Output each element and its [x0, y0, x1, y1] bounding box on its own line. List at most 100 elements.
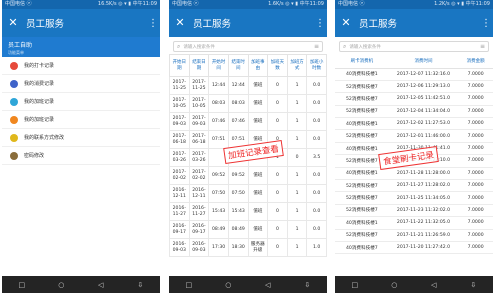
- close-icon[interactable]: ✕: [339, 9, 353, 37]
- table-cell: 1: [286, 94, 308, 113]
- table-row[interactable]: 2017-02-02 2017-02-02 09:52 09:52 值班 0 1 0.0: [169, 166, 327, 185]
- table-cell: 52消费科技楼7: [335, 105, 389, 119]
- home-button[interactable]: ○: [218, 281, 238, 289]
- table-cell: 52消费科技楼7: [335, 179, 389, 193]
- table-cell: 2017-03-26: [169, 148, 190, 167]
- close-icon[interactable]: ✕: [6, 9, 20, 37]
- column-header[interactable]: 开始日期: [169, 54, 190, 77]
- search-icon: ⌕: [343, 42, 347, 50]
- table-row[interactable]: 40消费科技楼1 2017-12-07 11:32:16.0 7.0000: [335, 68, 493, 81]
- menu-item[interactable]: 密码修改: [2, 147, 160, 165]
- column-header[interactable]: 刷卡消费机: [335, 54, 389, 69]
- table-cell: 40消费科技楼1: [335, 117, 389, 131]
- table-row[interactable]: 2016-12-11 2016-12-11 07:50 07:50 值班 0 1 0.0: [169, 184, 327, 203]
- carrier-text: 中国电信 ⓔ: [172, 1, 199, 7]
- table-row[interactable]: 2016-09-17 2016-09-17 08:49 08:49 值班 0 1 0.0: [169, 220, 327, 239]
- menu-item-label: 密码修改: [24, 153, 45, 159]
- filter-icon[interactable]: ≡: [480, 43, 485, 50]
- column-header[interactable]: 结束日期: [188, 54, 210, 77]
- table-cell: 2016-12-11: [169, 184, 190, 203]
- more-menu-icon[interactable]: ⋮: [481, 18, 491, 29]
- menu-item[interactable]: 我的联系方式修改: [2, 129, 160, 147]
- close-icon[interactable]: ✕: [173, 9, 187, 37]
- table-cell: 2016-11-27: [188, 202, 210, 221]
- column-header[interactable]: 加班方式: [286, 54, 308, 77]
- menu-item-icon: [10, 97, 18, 106]
- table-cell: 0: [267, 202, 288, 221]
- column-header[interactable]: 结束时间: [227, 54, 249, 77]
- recent-apps-button[interactable]: □: [12, 281, 32, 289]
- back-button[interactable]: ◁: [258, 281, 278, 289]
- table-row[interactable]: 52消费科技楼7 2017-12-05 11:42:51.0 7.0000: [335, 92, 493, 106]
- column-header[interactable]: 消费金额: [458, 54, 493, 69]
- search-input[interactable]: ⌕ 请输入搜索条件 ≡: [173, 41, 323, 52]
- table-row[interactable]: 52消费科技楼7 2017-12-06 11:29:13.0 7.0000: [335, 80, 493, 94]
- table-cell: 2017-03-26: [188, 148, 210, 167]
- home-button[interactable]: ○: [51, 281, 71, 289]
- more-menu-icon[interactable]: ⋮: [315, 18, 325, 29]
- more-menu-icon[interactable]: ⋮: [148, 18, 158, 29]
- recent-apps-button[interactable]: □: [345, 281, 365, 289]
- home-button[interactable]: ○: [384, 281, 404, 289]
- table-cell: 2017-11-25 11:34:05.0: [388, 191, 459, 205]
- page-title: 员工服务: [193, 19, 232, 30]
- table-cell: 12:44: [208, 76, 229, 95]
- table-cell: 52消费科技楼7: [335, 204, 389, 218]
- table-cell: 40消费科技楼7: [335, 241, 389, 255]
- carrier-text: 中国电信 ⓔ: [5, 1, 32, 7]
- table-row[interactable]: 52消费科技楼7 2017-12-04 11:34:04.0 7.0000: [335, 105, 493, 119]
- table-row[interactable]: 2017-10-05 2017-10-05 08:03 08:03 值班 0 1 0.0: [169, 94, 327, 113]
- column-header[interactable]: 消费时间: [388, 54, 459, 69]
- table-cell: 0.0: [306, 220, 327, 239]
- back-button[interactable]: ◁: [91, 281, 111, 289]
- table-cell: 52消费科技楼7: [335, 80, 389, 94]
- download-icon[interactable]: ⇩: [297, 281, 317, 289]
- menu-item[interactable]: 我的加班记录: [2, 93, 160, 111]
- recent-apps-button[interactable]: □: [179, 281, 199, 289]
- menu-item[interactable]: 我的打卡记录: [2, 57, 160, 75]
- download-icon[interactable]: ⇩: [130, 281, 150, 289]
- table-cell: 7.0000: [458, 216, 493, 230]
- table-cell: 2016-09-03: [169, 238, 190, 257]
- table-row[interactable]: 40消费科技楼7 2017-11-20 11:27:42.0 7.0000: [335, 241, 493, 255]
- table-cell: 7.0000: [458, 229, 493, 242]
- column-header[interactable]: 加班天数: [267, 54, 288, 77]
- filter-icon[interactable]: ≡: [314, 43, 319, 50]
- table-row[interactable]: 40消费科技楼1 2017-11-28 11:28:00.0 7.0000: [335, 167, 493, 181]
- table-cell: 40消费科技楼1: [335, 216, 389, 230]
- table-cell: 值班: [247, 76, 269, 95]
- table-cell: 7.0000: [458, 154, 493, 168]
- table-cell: 2016-12-11: [188, 184, 210, 203]
- search-input[interactable]: ⌕ 请输入搜索条件 ≡: [339, 41, 489, 52]
- search-placeholder[interactable]: 请输入搜索条件: [349, 44, 480, 50]
- table-row[interactable]: 52消费科技楼7 2017-12-01 11:46:00.0 7.0000: [335, 129, 493, 143]
- download-icon[interactable]: ⇩: [463, 281, 483, 289]
- table-row[interactable]: 52消费科技楼7 2017-11-23 11:32:02.0 7.0000: [335, 204, 493, 218]
- table-cell: 7.0000: [458, 80, 493, 94]
- table-row[interactable]: 52消费科技楼7 2017-11-25 11:34:05.0 7.0000: [335, 191, 493, 205]
- table-row[interactable]: 2017-09-03 2017-09-03 07:46 07:46 值班 0 1 0.0: [169, 112, 327, 131]
- menu-item[interactable]: 我的消费记录: [2, 75, 160, 93]
- status-bar: 中国电信 ⓔ 1.2K/s ◎ ▾ ▮ 中午11:09: [335, 0, 493, 9]
- table-cell: 7.0000: [458, 191, 493, 205]
- table-cell: 0: [267, 76, 288, 95]
- column-header[interactable]: 加班小时数: [306, 54, 327, 77]
- table-row[interactable]: 2016-11-27 2016-11-27 15:43 15:43 值班 0 1 0.0: [169, 202, 327, 221]
- back-button[interactable]: ◁: [424, 281, 444, 289]
- menu-item[interactable]: 我的加班记录: [2, 111, 160, 129]
- table-row[interactable]: 52消费科技楼7 2017-11-21 11:26:59.0 7.0000: [335, 229, 493, 242]
- table-cell: 2017-11-20 11:27:42.0: [388, 241, 459, 255]
- table-cell: 0: [267, 166, 288, 185]
- status-info: 16.5K/s ◎ ▾ ▮ 中午11:09: [97, 1, 157, 7]
- carrier-text: 中国电信 ⓔ: [338, 1, 365, 7]
- status-bar: 中国电信 ⓔ 16.5K/s ◎ ▾ ▮ 中午11:09: [2, 0, 160, 9]
- table-row[interactable]: 40消费科技楼1 2017-11-22 11:32:05.0 7.0000: [335, 216, 493, 230]
- table-row[interactable]: 2016-09-03 2016-09-03 17:30 18:30 服务器升级 0 1 1.0: [169, 238, 327, 257]
- table-cell: 2017-06-18: [169, 130, 190, 149]
- column-header[interactable]: 加班事由: [247, 54, 269, 77]
- table-row[interactable]: 52消费科技楼7 2017-11-27 11:28:02.0 7.0000: [335, 179, 493, 193]
- column-header[interactable]: 开始时间: [208, 54, 229, 77]
- table-row[interactable]: 2017-11-25 2017-11-25 12:44 12:44 值班 0 1 0.0: [169, 76, 327, 95]
- table-row[interactable]: 40消费科技楼1 2017-12-02 11:27:53.0 7.0000: [335, 117, 493, 131]
- search-placeholder[interactable]: 请输入搜索条件: [183, 44, 314, 50]
